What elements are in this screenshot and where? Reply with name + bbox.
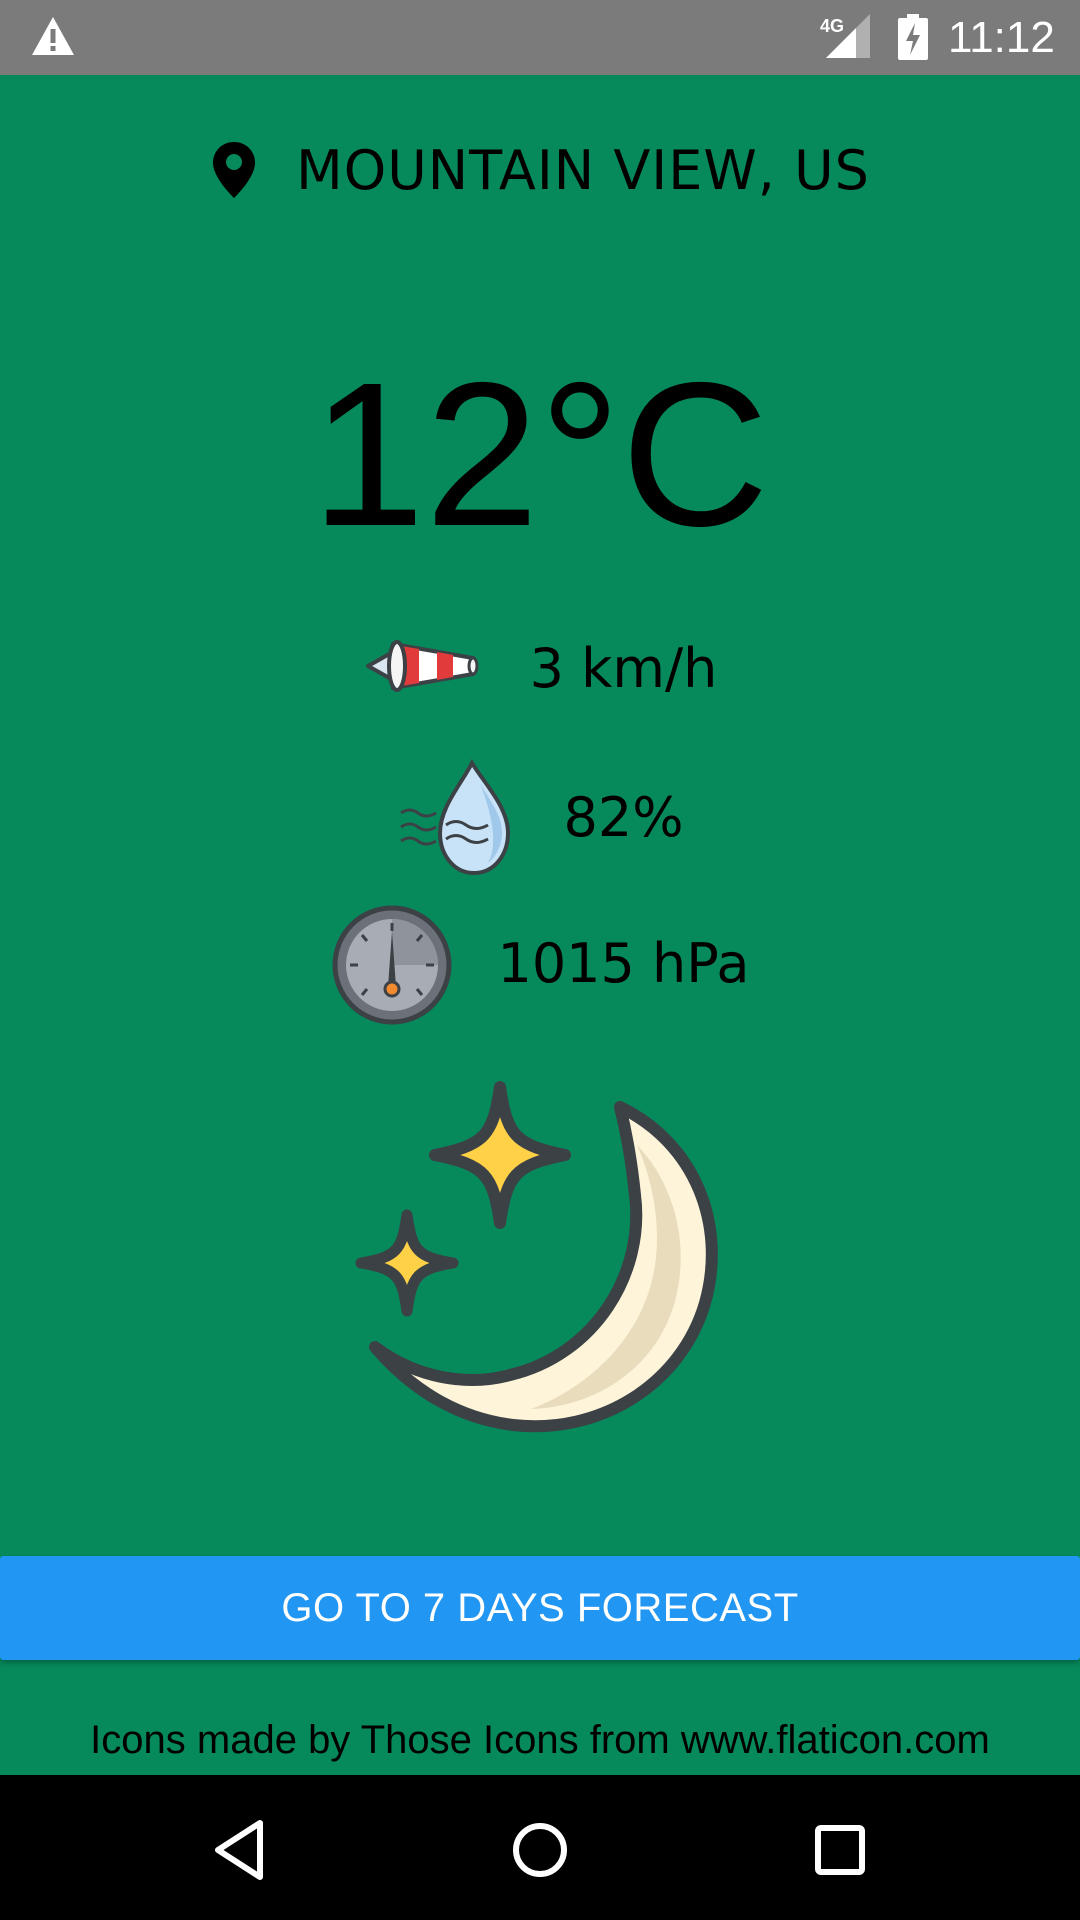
wind-speed: 3 km/h <box>529 636 718 700</box>
location-header: MOUNTAIN VIEW, US <box>0 130 1080 210</box>
barometer-icon <box>332 905 452 1024</box>
back-button[interactable] <box>185 1795 295 1905</box>
humidity-drop-icon <box>400 758 511 875</box>
status-bar: 4G 11:12 <box>0 0 1080 75</box>
location-pin-icon <box>213 142 256 198</box>
warning-icon <box>32 17 74 55</box>
recents-button[interactable] <box>785 1795 895 1905</box>
home-button[interactable] <box>485 1795 595 1905</box>
windsock-icon <box>365 639 479 692</box>
battery-charging-icon <box>898 14 928 60</box>
forecast-button[interactable]: GO TO 7 DAYS FORECAST <box>0 1556 1080 1660</box>
icon-credit: Icons made by Those Icons from www.flati… <box>90 1718 990 1762</box>
current-temperature: 12°C <box>310 340 770 569</box>
back-icon <box>215 1820 263 1880</box>
recents-icon <box>815 1825 865 1875</box>
pressure-value: 1015 hPa <box>497 931 750 995</box>
network-type: 4G <box>820 16 844 36</box>
home-icon <box>513 1823 567 1877</box>
wind-row: 3 km/h <box>0 603 1080 733</box>
status-time: 11:12 <box>948 13 1055 62</box>
humidity-row: 82% <box>0 752 1080 882</box>
navigation-bar <box>0 1775 1080 1920</box>
city-name: MOUNTAIN VIEW, US <box>296 138 870 202</box>
humidity-value: 82% <box>563 785 684 849</box>
moon-stars-icon <box>355 1081 718 1433</box>
signal-icon: 4G <box>820 14 870 58</box>
pressure-row: 1015 hPa <box>0 898 1080 1028</box>
